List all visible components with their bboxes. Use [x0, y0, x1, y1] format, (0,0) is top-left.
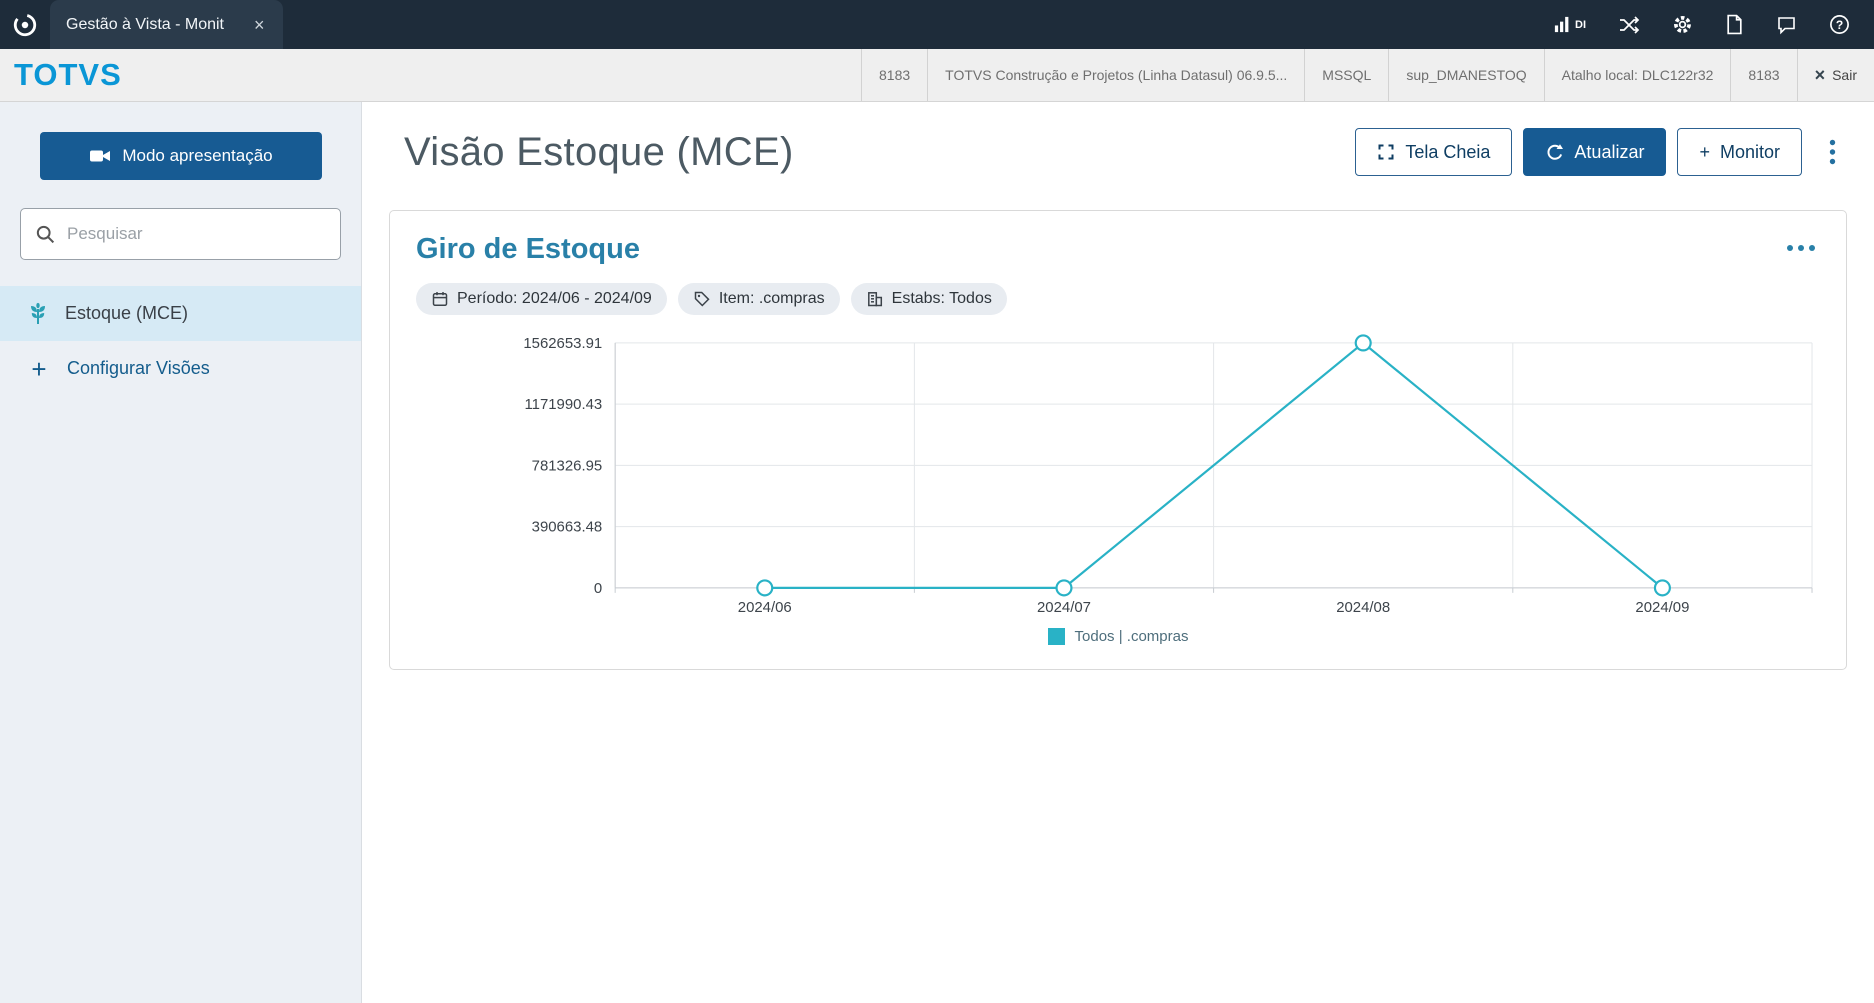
search-input[interactable]	[67, 224, 326, 244]
svg-text:390663.48: 390663.48	[532, 519, 603, 536]
chart-legend: Todos | .compras	[416, 628, 1820, 645]
chat-button[interactable]	[1776, 15, 1797, 35]
env-shortcut: Atalho local: DLC122r32	[1544, 49, 1731, 101]
sidebar-menu: Estoque (MCE) + Configurar Visões	[0, 286, 361, 396]
sidebar-item-label: Configurar Visões	[67, 358, 210, 379]
video-camera-icon	[89, 147, 111, 165]
env-user: sup_DMANESTOQ	[1388, 49, 1543, 101]
env-database: MSSQL	[1304, 49, 1388, 101]
data-insights-button[interactable]: DI	[1553, 15, 1586, 34]
svg-text:0: 0	[594, 580, 602, 597]
ellipsis-icon	[1786, 244, 1818, 252]
di-label: DI	[1575, 19, 1586, 31]
estabs-badge: Estabs: Todos	[851, 283, 1007, 315]
app-tab-title: Gestão à Vista - Monit	[66, 16, 224, 34]
item-badge: Item: .compras	[678, 283, 840, 315]
wheat-icon	[26, 302, 50, 326]
help-button[interactable]: ?	[1829, 14, 1850, 35]
window-title-bar: Gestão à Vista - Monit × DI	[0, 0, 1874, 49]
chart-area: 0 390663.48 781326.95 1171990.43 1562653.91 2…	[416, 327, 1820, 645]
env-product: TOTVS Construção e Projetos (Linha Datas…	[927, 49, 1304, 101]
document-icon	[1725, 14, 1744, 35]
presentation-mode-label: Modo apresentação	[122, 146, 272, 166]
period-badge-label: Período: 2024/06 - 2024/09	[457, 290, 652, 308]
logout-x-icon: ×	[1815, 66, 1826, 84]
svg-text:2024/07: 2024/07	[1037, 599, 1091, 616]
svg-text:?: ?	[1836, 18, 1843, 32]
environment-info: 8183 TOTVS Construção e Projetos (Linha …	[861, 49, 1874, 101]
app-tab[interactable]: Gestão à Vista - Monit ×	[50, 0, 283, 49]
svg-text:1562653.91: 1562653.91	[523, 335, 602, 352]
topbar-icons: DI	[1553, 14, 1874, 35]
card-options-button[interactable]	[1784, 233, 1820, 263]
monitor-button[interactable]: + Monitor	[1677, 128, 1802, 176]
fullscreen-button[interactable]: Tela Cheia	[1355, 128, 1512, 176]
item-badge-label: Item: .compras	[719, 290, 825, 308]
settings-button[interactable]	[1672, 14, 1693, 35]
search-icon	[35, 224, 56, 245]
app-header-bar: TOTVS 8183 TOTVS Construção e Projetos (…	[0, 49, 1874, 102]
card-title: Giro de Estoque	[416, 233, 640, 266]
fullscreen-icon	[1377, 143, 1395, 161]
shuffle-button[interactable]	[1618, 15, 1640, 35]
svg-text:2024/08: 2024/08	[1336, 599, 1390, 616]
chat-icon	[1776, 15, 1797, 35]
plus-icon: +	[26, 356, 52, 382]
svg-text:2024/06: 2024/06	[738, 599, 792, 616]
presentation-mode-button[interactable]: Modo apresentação	[40, 132, 322, 180]
fullscreen-label: Tela Cheia	[1405, 142, 1490, 163]
main-content: Visão Estoque (MCE) Tela Cheia	[362, 102, 1874, 1003]
logout-button[interactable]: × Sair	[1797, 49, 1874, 101]
env-port: 8183	[861, 49, 927, 101]
period-badge: Período: 2024/06 - 2024/09	[416, 283, 667, 315]
header-actions: Tela Cheia Atualizar + Monitor	[1355, 128, 1844, 176]
bar-chart-icon	[1553, 15, 1572, 34]
page-title: Visão Estoque (MCE)	[404, 130, 794, 175]
estabs-badge-label: Estabs: Todos	[892, 290, 992, 308]
plus-icon: +	[1699, 142, 1710, 163]
stock-line-chart: 0 390663.48 781326.95 1171990.43 1562653.91 2…	[416, 327, 1820, 626]
shuffle-icon	[1618, 15, 1640, 35]
gear-icon	[1672, 14, 1693, 35]
sidebar-item-estoque-mce[interactable]: Estoque (MCE)	[0, 286, 361, 341]
card-header: Giro de Estoque	[416, 233, 1820, 266]
kebab-menu-icon	[1829, 139, 1836, 165]
main-header: Visão Estoque (MCE) Tela Cheia	[362, 102, 1874, 176]
establishments-icon	[866, 290, 884, 308]
totvs-logo	[0, 12, 50, 38]
document-button[interactable]	[1725, 14, 1744, 35]
sidebar-item-configurar-visoes[interactable]: + Configurar Visões	[0, 341, 361, 396]
refresh-button[interactable]: Atualizar	[1523, 128, 1666, 176]
sidebar-item-label: Estoque (MCE)	[65, 303, 188, 324]
giro-de-estoque-card: Giro de Estoque	[389, 210, 1847, 670]
item-tag-icon	[693, 290, 711, 308]
totvs-brand: TOTVS	[0, 57, 122, 93]
svg-text:1171990.43: 1171990.43	[524, 396, 602, 413]
help-icon: ?	[1829, 14, 1850, 35]
calendar-icon	[431, 290, 449, 308]
legend-label: Todos | .compras	[1075, 628, 1189, 645]
more-options-button[interactable]	[1821, 133, 1844, 171]
sidebar-search	[20, 208, 341, 260]
refresh-icon	[1545, 143, 1564, 162]
filter-badges: Período: 2024/06 - 2024/09 Item: .compra…	[416, 283, 1820, 315]
tab-close-icon[interactable]: ×	[254, 16, 265, 34]
monitor-label: Monitor	[1720, 142, 1780, 163]
sidebar: Modo apresentação Estoque (MCE)	[0, 102, 362, 1003]
svg-text:781326.95: 781326.95	[532, 457, 603, 474]
svg-text:2024/09: 2024/09	[1635, 599, 1689, 616]
totvs-logo-icon	[12, 12, 38, 38]
refresh-label: Atualizar	[1574, 142, 1644, 163]
env-port-2: 8183	[1730, 49, 1796, 101]
legend-swatch	[1048, 628, 1065, 645]
logout-label: Sair	[1832, 67, 1857, 83]
